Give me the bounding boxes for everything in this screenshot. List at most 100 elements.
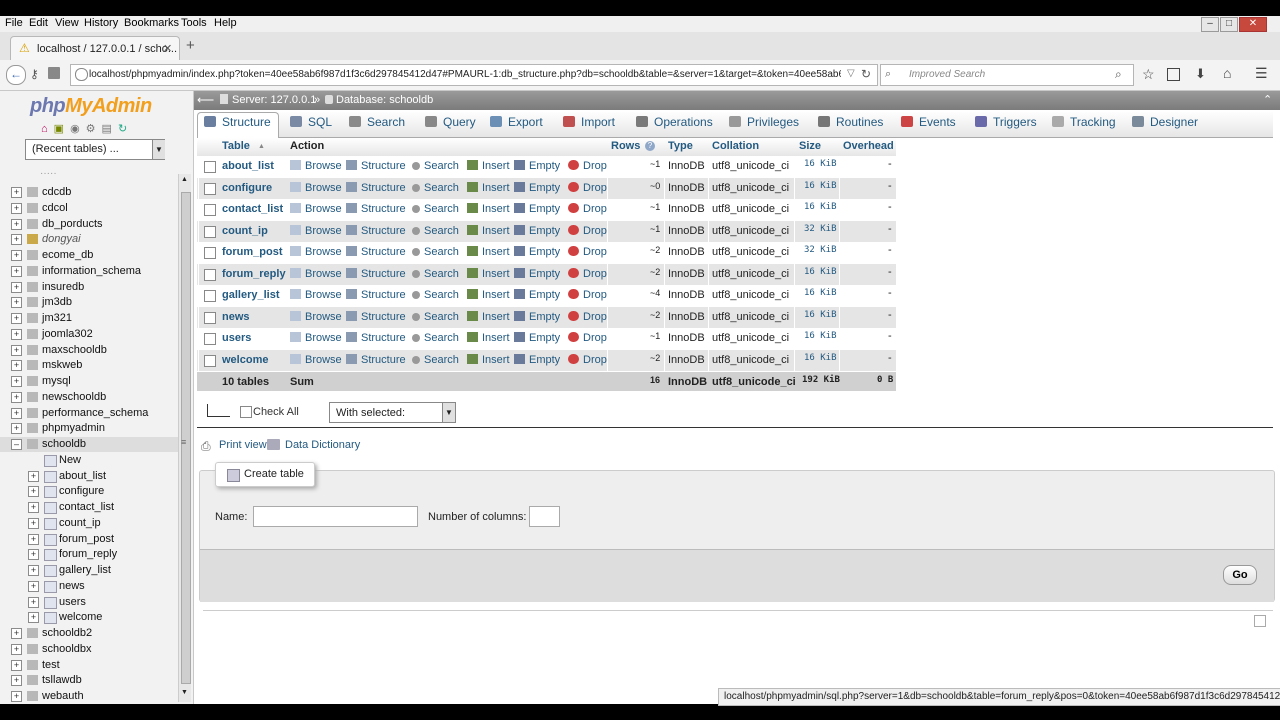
db-item-cdcdb[interactable]: + cdcdb bbox=[0, 185, 180, 200]
menu-icon[interactable]: ☰ bbox=[1255, 65, 1268, 82]
db-item-ecome_db[interactable]: + ecome_db bbox=[0, 248, 180, 263]
db-item-jm3db[interactable]: + jm3db bbox=[0, 295, 180, 310]
search-action[interactable]: Search bbox=[412, 203, 459, 215]
table-size[interactable]: 16 KiB bbox=[804, 331, 837, 341]
expand-icon[interactable]: + bbox=[11, 250, 22, 261]
recent-tables-select[interactable]: (Recent tables) ... ▼ bbox=[25, 139, 165, 160]
expand-icon[interactable]: + bbox=[11, 360, 22, 372]
help-icon[interactable]: ? bbox=[645, 141, 655, 151]
table-name-link[interactable]: forum_post bbox=[222, 246, 283, 258]
table-name-link[interactable]: forum_reply bbox=[222, 268, 286, 280]
menu-bookmarks[interactable]: Bookmarks bbox=[124, 17, 179, 29]
search-action[interactable]: Search bbox=[412, 160, 459, 172]
number-of-columns-input[interactable] bbox=[529, 506, 560, 527]
settings-icon[interactable]: ⚙ bbox=[86, 123, 102, 135]
structure-action[interactable]: Structure bbox=[346, 181, 406, 194]
expand-icon[interactable]: + bbox=[11, 407, 22, 419]
table-size[interactable]: 32 KiB bbox=[804, 224, 837, 234]
go-button[interactable]: Go bbox=[1223, 565, 1257, 585]
header-table[interactable]: Table bbox=[222, 140, 250, 152]
browser-tab[interactable]: ⚠ localhost / 127.0.0.1 / scho... ✕ bbox=[10, 36, 180, 61]
expand-icon[interactable]: + bbox=[11, 391, 22, 403]
drop-action[interactable]: Drop bbox=[568, 246, 607, 258]
insert-action[interactable]: Insert bbox=[467, 181, 510, 194]
drop-action[interactable]: Drop bbox=[568, 289, 607, 301]
tab-routines[interactable]: Routines bbox=[818, 115, 883, 137]
search-action[interactable]: Search bbox=[412, 354, 459, 366]
expand-icon[interactable]: + bbox=[28, 517, 39, 529]
menu-help[interactable]: Help bbox=[214, 17, 237, 29]
expand-icon[interactable]: + bbox=[28, 549, 39, 561]
search-field[interactable]: ⌕ Improved Search ⌕ bbox=[880, 64, 1134, 86]
empty-action[interactable]: Empty bbox=[514, 310, 560, 323]
expand-icon[interactable]: + bbox=[11, 281, 22, 293]
insert-action[interactable]: Insert bbox=[467, 353, 510, 366]
header-size[interactable]: Size bbox=[799, 140, 821, 152]
sort-asc-icon[interactable]: ▲ bbox=[258, 143, 265, 150]
url-field[interactable]: localhost/phpmyadmin/index.php?token=40e… bbox=[70, 64, 878, 86]
header-overhead[interactable]: Overhead bbox=[843, 140, 894, 152]
db-item-maxschooldb[interactable]: + maxschooldb bbox=[0, 343, 180, 358]
expand-icon[interactable]: + bbox=[28, 486, 39, 498]
expand-icon[interactable]: + bbox=[11, 675, 22, 687]
structure-action[interactable]: Structure bbox=[346, 310, 406, 323]
table-size[interactable]: 16 KiB bbox=[804, 353, 837, 363]
tab-search[interactable]: Search bbox=[349, 115, 405, 137]
insert-action[interactable]: Insert bbox=[467, 246, 510, 258]
back-button[interactable]: ← bbox=[6, 65, 26, 85]
breadcrumb-server[interactable]: Server: 127.0.0.1 bbox=[232, 94, 316, 106]
expand-icon[interactable]: + bbox=[11, 659, 22, 671]
drop-action[interactable]: Drop bbox=[568, 203, 607, 215]
browse-action[interactable]: Browse bbox=[290, 353, 342, 366]
insert-action[interactable]: Insert bbox=[467, 224, 510, 237]
row-checkbox[interactable] bbox=[204, 247, 216, 259]
dropdown-icon[interactable]: ▽ bbox=[847, 68, 855, 79]
tab-privileges[interactable]: Privileges bbox=[729, 115, 799, 137]
row-checkbox[interactable] bbox=[204, 311, 216, 324]
structure-action[interactable]: Structure bbox=[346, 224, 406, 237]
menu-history[interactable]: History bbox=[84, 17, 118, 29]
data-dictionary-link[interactable]: Data Dictionary bbox=[285, 439, 360, 451]
table-size[interactable]: 16 KiB bbox=[804, 159, 837, 169]
row-checkbox[interactable] bbox=[204, 354, 216, 367]
table-name-link[interactable]: about_list bbox=[222, 160, 274, 172]
row-checkbox[interactable] bbox=[204, 161, 216, 173]
drop-action[interactable]: Drop bbox=[568, 332, 607, 344]
menu-tools[interactable]: Tools bbox=[181, 17, 207, 29]
structure-action[interactable]: Structure bbox=[346, 332, 406, 344]
table-item-news[interactable]: + news bbox=[0, 579, 180, 594]
reload-icon[interactable]: ↻ bbox=[861, 67, 871, 81]
header-collation[interactable]: Collation bbox=[712, 140, 759, 152]
drop-action[interactable]: Drop bbox=[568, 310, 607, 323]
search-action[interactable]: Search bbox=[412, 311, 459, 323]
empty-action[interactable]: Empty bbox=[514, 289, 560, 301]
check-all-checkbox[interactable] bbox=[240, 406, 252, 418]
expand-icon[interactable]: + bbox=[28, 612, 39, 624]
scroll-up-icon[interactable]: ▲ bbox=[181, 176, 188, 183]
empty-action[interactable]: Empty bbox=[514, 160, 560, 172]
search-action[interactable]: Search bbox=[412, 182, 459, 194]
expand-icon[interactable]: + bbox=[11, 344, 22, 356]
table-name-link[interactable]: users bbox=[222, 332, 251, 344]
search-action[interactable]: Search bbox=[412, 268, 459, 280]
expand-icon[interactable]: + bbox=[11, 265, 22, 277]
collapse-nav-icon[interactable]: ⟵ bbox=[197, 93, 214, 107]
close-window-button[interactable]: ✕ bbox=[1239, 17, 1267, 32]
expand-icon[interactable]: + bbox=[11, 202, 22, 214]
expand-icon[interactable]: + bbox=[11, 218, 22, 230]
expand-icon[interactable]: + bbox=[28, 580, 39, 592]
insert-action[interactable]: Insert bbox=[467, 203, 510, 215]
bookmarks-list-icon[interactable] bbox=[1167, 68, 1180, 81]
table-size[interactable]: 32 KiB bbox=[804, 245, 837, 255]
with-selected-select[interactable]: With selected: ▼ bbox=[329, 402, 456, 423]
table-size[interactable]: 16 KiB bbox=[804, 267, 837, 277]
empty-action[interactable]: Empty bbox=[514, 267, 560, 280]
table-size[interactable]: 16 KiB bbox=[804, 181, 837, 191]
structure-action[interactable]: Structure bbox=[346, 289, 406, 301]
table-size[interactable]: 16 KiB bbox=[804, 288, 837, 298]
drop-action[interactable]: Drop bbox=[568, 181, 607, 194]
table-name-input[interactable] bbox=[253, 506, 418, 527]
browse-action[interactable]: Browse bbox=[290, 289, 342, 301]
db-item-schooldb[interactable]: – schooldb bbox=[0, 437, 180, 452]
search-action[interactable]: Search bbox=[412, 225, 459, 237]
